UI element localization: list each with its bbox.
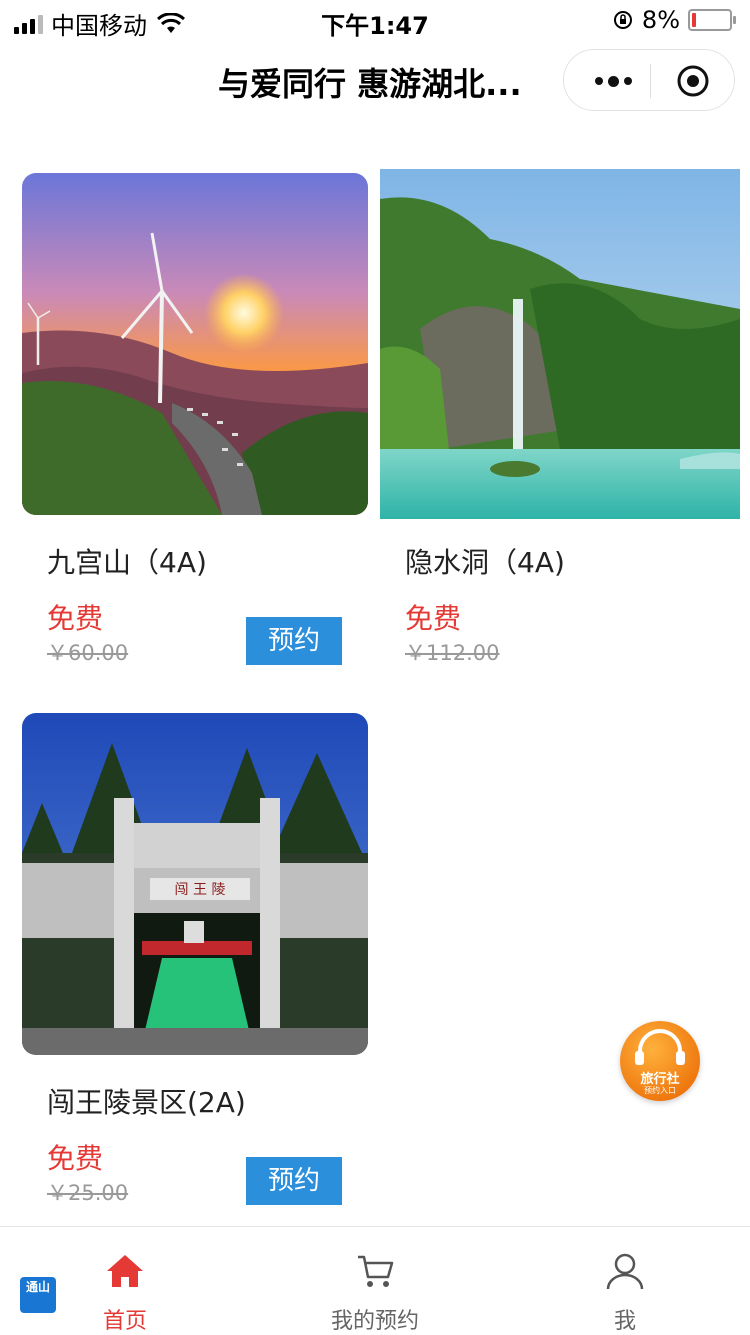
book-button[interactable]: 预约 — [246, 617, 342, 665]
tab-my-bookings[interactable]: 我的预约 — [250, 1227, 500, 1335]
tab-label: 我 — [613, 1309, 636, 1334]
scenic-card[interactable]: 九宫山（4A) 免费 ￥60.00 预约 — [22, 173, 368, 673]
tab-me[interactable]: 我 — [500, 1227, 750, 1335]
headset-icon — [635, 1029, 685, 1065]
price-label: 免费 — [405, 602, 462, 635]
page-title: 与爱同行 惠游湖北... — [218, 65, 522, 103]
scenic-name: 隐水洞（4A) — [405, 546, 565, 579]
tab-bar: 首页 我的预约 我 — [0, 1226, 750, 1335]
close-miniprogram-icon[interactable] — [676, 64, 710, 98]
scenic-card[interactable]: 隐水洞（4A) 免费 ￥112.00 — [380, 169, 740, 669]
tab-label: 我的预约 — [330, 1309, 419, 1334]
mini-program-capsule — [563, 49, 735, 111]
nav-bar: 与爱同行 惠游湖北... — [0, 44, 750, 118]
price-label: 免费 — [47, 1142, 104, 1175]
original-price: ￥25.00 — [47, 1181, 129, 1205]
cart-icon — [358, 1255, 394, 1287]
book-button[interactable]: 预约 — [246, 1157, 342, 1205]
scenic-image-chuangwangling[interactable]: 闯 王 陵 — [22, 713, 368, 1055]
scenic-name: 闯王陵景区(2A) — [47, 1086, 246, 1119]
app-logo: 通山 — [20, 1277, 56, 1313]
svg-text:闯 王 陵: 闯 王 陵 — [175, 882, 226, 898]
user-icon — [606, 1253, 644, 1290]
scenic-name: 九宫山（4A) — [47, 546, 207, 579]
battery-icon — [688, 9, 736, 31]
battery-percent: 8% — [641, 6, 680, 34]
original-price: ￥60.00 — [47, 641, 129, 665]
fab-sublabel: 预约入口 — [644, 1086, 676, 1095]
price-label: 免费 — [47, 602, 104, 635]
status-bar: 中国移动 下午1:47 8% — [0, 0, 750, 40]
more-icon[interactable] — [588, 68, 638, 94]
home-icon — [107, 1255, 143, 1287]
capsule-divider — [650, 64, 651, 98]
scenic-image-yinshuidong[interactable] — [380, 169, 740, 519]
rotation-lock-icon — [613, 11, 632, 29]
travel-agency-button[interactable]: 旅行社 预约入口 — [620, 1021, 700, 1101]
original-price: ￥112.00 — [405, 641, 500, 665]
scenic-card[interactable]: 闯 王 陵 闯王陵景区(2A) 免费 ￥25.00 预约 — [22, 713, 368, 1213]
scenic-image-jiugongshan[interactable] — [22, 173, 368, 515]
